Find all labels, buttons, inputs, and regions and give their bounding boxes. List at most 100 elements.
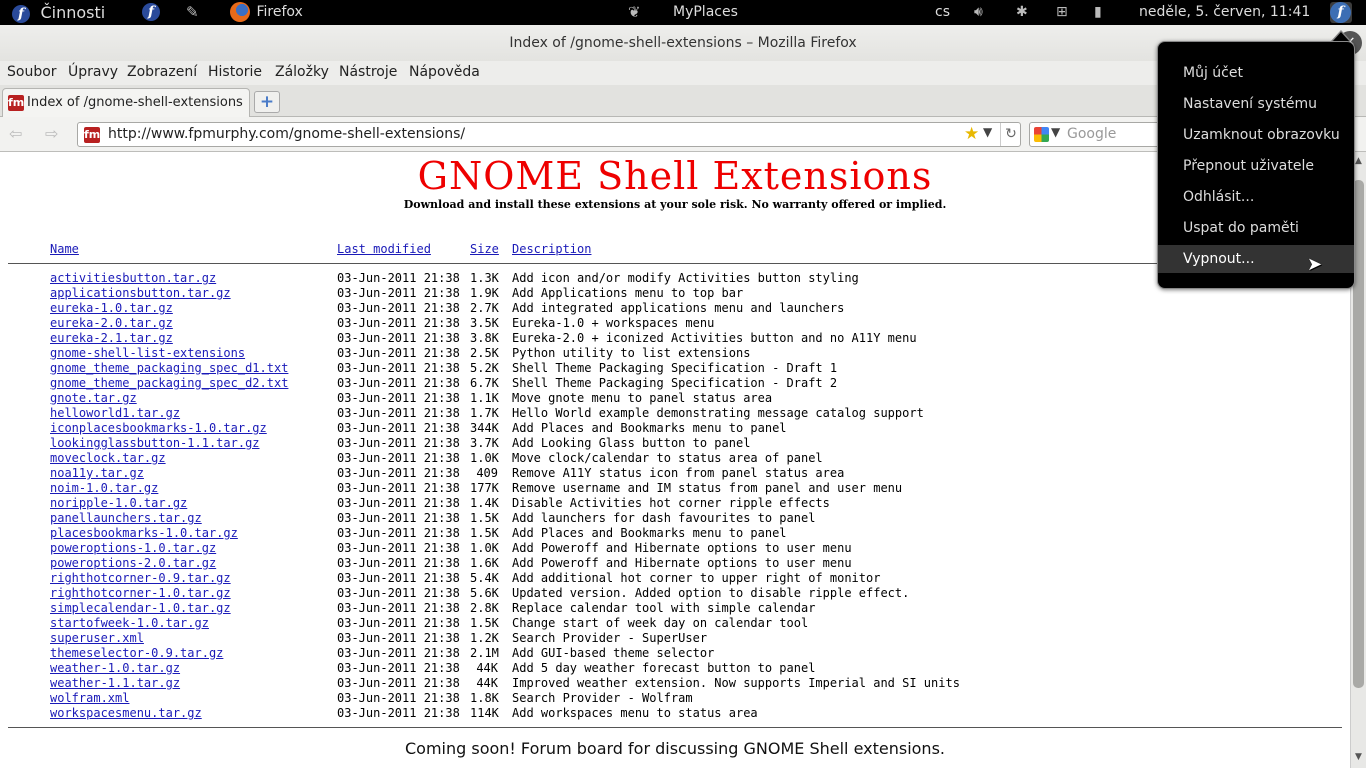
activities-button[interactable]: f Činnosti (12, 0, 105, 25)
file-description: Move clock/calendar to status area of pa… (512, 451, 823, 465)
file-name-link[interactable]: activitiesbutton.tar.gz (50, 271, 216, 285)
tab-active[interactable]: fm Index of /gnome-shell-extensions (2, 88, 250, 117)
file-description: Add icon and/or modify Activities button… (512, 271, 859, 285)
file-description: Shell Theme Packaging Specification - Dr… (512, 361, 838, 375)
paw-icon[interactable]: ❦ (628, 0, 641, 25)
file-name-link[interactable]: eureka-1.0.tar.gz (50, 301, 173, 315)
table-row: righthotcorner-1.0.tar.gz 03-Jun-2011 21:… (0, 586, 1350, 601)
fedora-launcher-icon[interactable]: f (142, 0, 160, 25)
file-name-link[interactable]: eureka-2.1.tar.gz (50, 331, 173, 345)
table-row: gnome_theme_packaging_spec_d1.txt 03-Jun-… (0, 361, 1350, 376)
file-name-link[interactable]: panellaunchers.tar.gz (50, 511, 202, 525)
file-name-link[interactable]: noripple-1.0.tar.gz (50, 496, 187, 510)
file-name-link[interactable]: wolfram.xml (50, 691, 129, 705)
column-header-name[interactable]: Name (50, 242, 79, 256)
user-menu-button[interactable]: f (1330, 2, 1352, 23)
file-name-link[interactable]: weather-1.1.tar.gz (50, 676, 180, 690)
search-input[interactable]: Google (1067, 126, 1116, 142)
myplaces-menu[interactable]: MyPlaces (673, 0, 738, 25)
file-name-link[interactable]: noa11y.tar.gz (50, 466, 144, 480)
file-name-link[interactable]: gnome_theme_packaging_spec_d2.txt (50, 376, 288, 390)
url-input[interactable]: http://www.fpmurphy.com/gnome-shell-exte… (108, 126, 465, 142)
menu-napoveda[interactable]: Nápověda (409, 64, 480, 80)
app-menu[interactable]: Firefox (230, 0, 303, 25)
file-last-modified: 03-Jun-2011 21:38 (337, 541, 460, 555)
pen-launcher-icon[interactable]: ✎ (186, 0, 199, 25)
table-row: gnote.tar.gz 03-Jun-2011 21:38 1.1K Move gn… (0, 391, 1350, 406)
bookmark-star-icon[interactable]: ★ (964, 124, 979, 144)
file-name-link[interactable]: gnote.tar.gz (50, 391, 137, 405)
file-name-link[interactable]: applicationsbutton.tar.gz (50, 286, 231, 300)
file-name-link[interactable]: poweroptions-1.0.tar.gz (50, 541, 216, 555)
menu-historie[interactable]: Historie (208, 64, 262, 80)
table-row: eureka-2.1.tar.gz 03-Jun-2011 21:38 3.8K Eu… (0, 331, 1350, 346)
bluetooth-icon[interactable]: ✱ (1016, 0, 1028, 25)
footer-note: Coming soon! Forum board for discussing … (405, 739, 945, 758)
file-description: Add integrated applications menu and lau… (512, 301, 845, 315)
file-name-link[interactable]: noim-1.0.tar.gz (50, 481, 158, 495)
file-description: Move gnote menu to panel status area (512, 391, 773, 405)
file-name-link[interactable]: themeselector-0.9.tar.gz (50, 646, 223, 660)
clock[interactable]: neděle, 5. červen, 11:41 (1139, 0, 1310, 25)
site-identity-icon[interactable]: fm (84, 127, 100, 143)
user-menu-lock-screen[interactable]: Uzamknout obrazovku (1158, 121, 1354, 149)
network-icon[interactable]: ⊞ (1056, 0, 1068, 25)
reload-icon[interactable]: ↻ (1000, 123, 1021, 146)
file-size: 1.4K (470, 496, 499, 510)
user-menu-power-off[interactable]: Vypnout... (1158, 245, 1354, 273)
volume-icon[interactable]: 🔊︎ (974, 0, 983, 25)
url-bar[interactable]: fm http://www.fpmurphy.com/gnome-shell-e… (77, 122, 1021, 147)
file-name-link[interactable]: lookingglassbutton-1.1.tar.gz (50, 436, 260, 450)
user-menu-system-settings[interactable]: Nastavení systému (1158, 90, 1354, 118)
search-bar[interactable]: ▼ Google (1029, 122, 1169, 147)
new-tab-button[interactable]: + (254, 91, 280, 113)
scroll-down-arrow-icon[interactable]: ▼ (1353, 752, 1364, 762)
menu-soubor[interactable]: Soubor (7, 64, 57, 80)
file-name-link[interactable]: startofweek-1.0.tar.gz (50, 616, 209, 630)
file-name-link[interactable]: workspacesmenu.tar.gz (50, 706, 202, 720)
file-name-link[interactable]: eureka-2.0.tar.gz (50, 316, 173, 330)
user-menu-suspend[interactable]: Uspat do paměti (1158, 214, 1354, 242)
menu-zalozky[interactable]: Záložky (275, 64, 329, 80)
user-menu-log-out[interactable]: Odhlásit... (1158, 183, 1354, 211)
battery-icon[interactable]: ▮ (1094, 0, 1102, 25)
mouse-pointer-icon: ➤ (1307, 254, 1323, 275)
url-history-dropdown-icon[interactable]: ▼ (983, 125, 992, 139)
app-menu-label: Firefox (256, 4, 303, 20)
keyboard-layout-indicator[interactable]: cs (935, 0, 950, 25)
file-size: 1.0K (470, 451, 499, 465)
file-description: Remove username and IM status from panel… (512, 481, 903, 495)
file-name-link[interactable]: superuser.xml (50, 631, 144, 645)
column-header-size[interactable]: Size (470, 242, 499, 256)
google-engine-icon[interactable] (1034, 127, 1049, 142)
file-description: Add GUI-based theme selector (512, 646, 715, 660)
file-name-link[interactable]: helloworld1.tar.gz (50, 406, 180, 420)
file-name-link[interactable]: weather-1.0.tar.gz (50, 661, 180, 675)
menu-zobrazeni[interactable]: Zobrazení (127, 64, 197, 80)
file-name-link[interactable]: gnome_theme_packaging_spec_d1.txt (50, 361, 288, 375)
search-engine-dropdown-icon[interactable]: ▼ (1051, 125, 1060, 139)
file-description: Shell Theme Packaging Specification - Dr… (512, 376, 838, 390)
file-description: Add Applications menu to top bar (512, 286, 744, 300)
file-name-link[interactable]: placesbookmarks-1.0.tar.gz (50, 526, 238, 540)
menu-upravy[interactable]: Úpravy (68, 64, 118, 80)
file-last-modified: 03-Jun-2011 21:38 (337, 481, 460, 495)
file-last-modified: 03-Jun-2011 21:38 (337, 646, 460, 660)
forward-arrow-icon[interactable]: ⇨ (45, 124, 58, 143)
file-size: 1.2K (470, 631, 499, 645)
file-name-link[interactable]: moveclock.tar.gz (50, 451, 166, 465)
file-name-link[interactable]: gnome-shell-list-extensions (50, 346, 245, 360)
file-name-link[interactable]: iconplacesbookmarks-1.0.tar.gz (50, 421, 267, 435)
table-row: wolfram.xml 03-Jun-2011 21:38 1.8K Search P… (0, 691, 1350, 706)
back-arrow-icon[interactable]: ⇦ (9, 124, 22, 143)
column-header-description[interactable]: Description (512, 242, 591, 256)
file-name-link[interactable]: simplecalendar-1.0.tar.gz (50, 601, 231, 615)
file-name-link[interactable]: righthotcorner-1.0.tar.gz (50, 586, 231, 600)
user-menu-switch-user[interactable]: Přepnout uživatele (1158, 152, 1354, 180)
user-menu-my-account[interactable]: Můj účet (1158, 59, 1354, 87)
file-name-link[interactable]: righthotcorner-0.9.tar.gz (50, 571, 231, 585)
column-header-last-modified[interactable]: Last modified (337, 242, 431, 256)
file-last-modified: 03-Jun-2011 21:38 (337, 316, 460, 330)
menu-nastroje[interactable]: Nástroje (339, 64, 397, 80)
file-name-link[interactable]: poweroptions-2.0.tar.gz (50, 556, 216, 570)
